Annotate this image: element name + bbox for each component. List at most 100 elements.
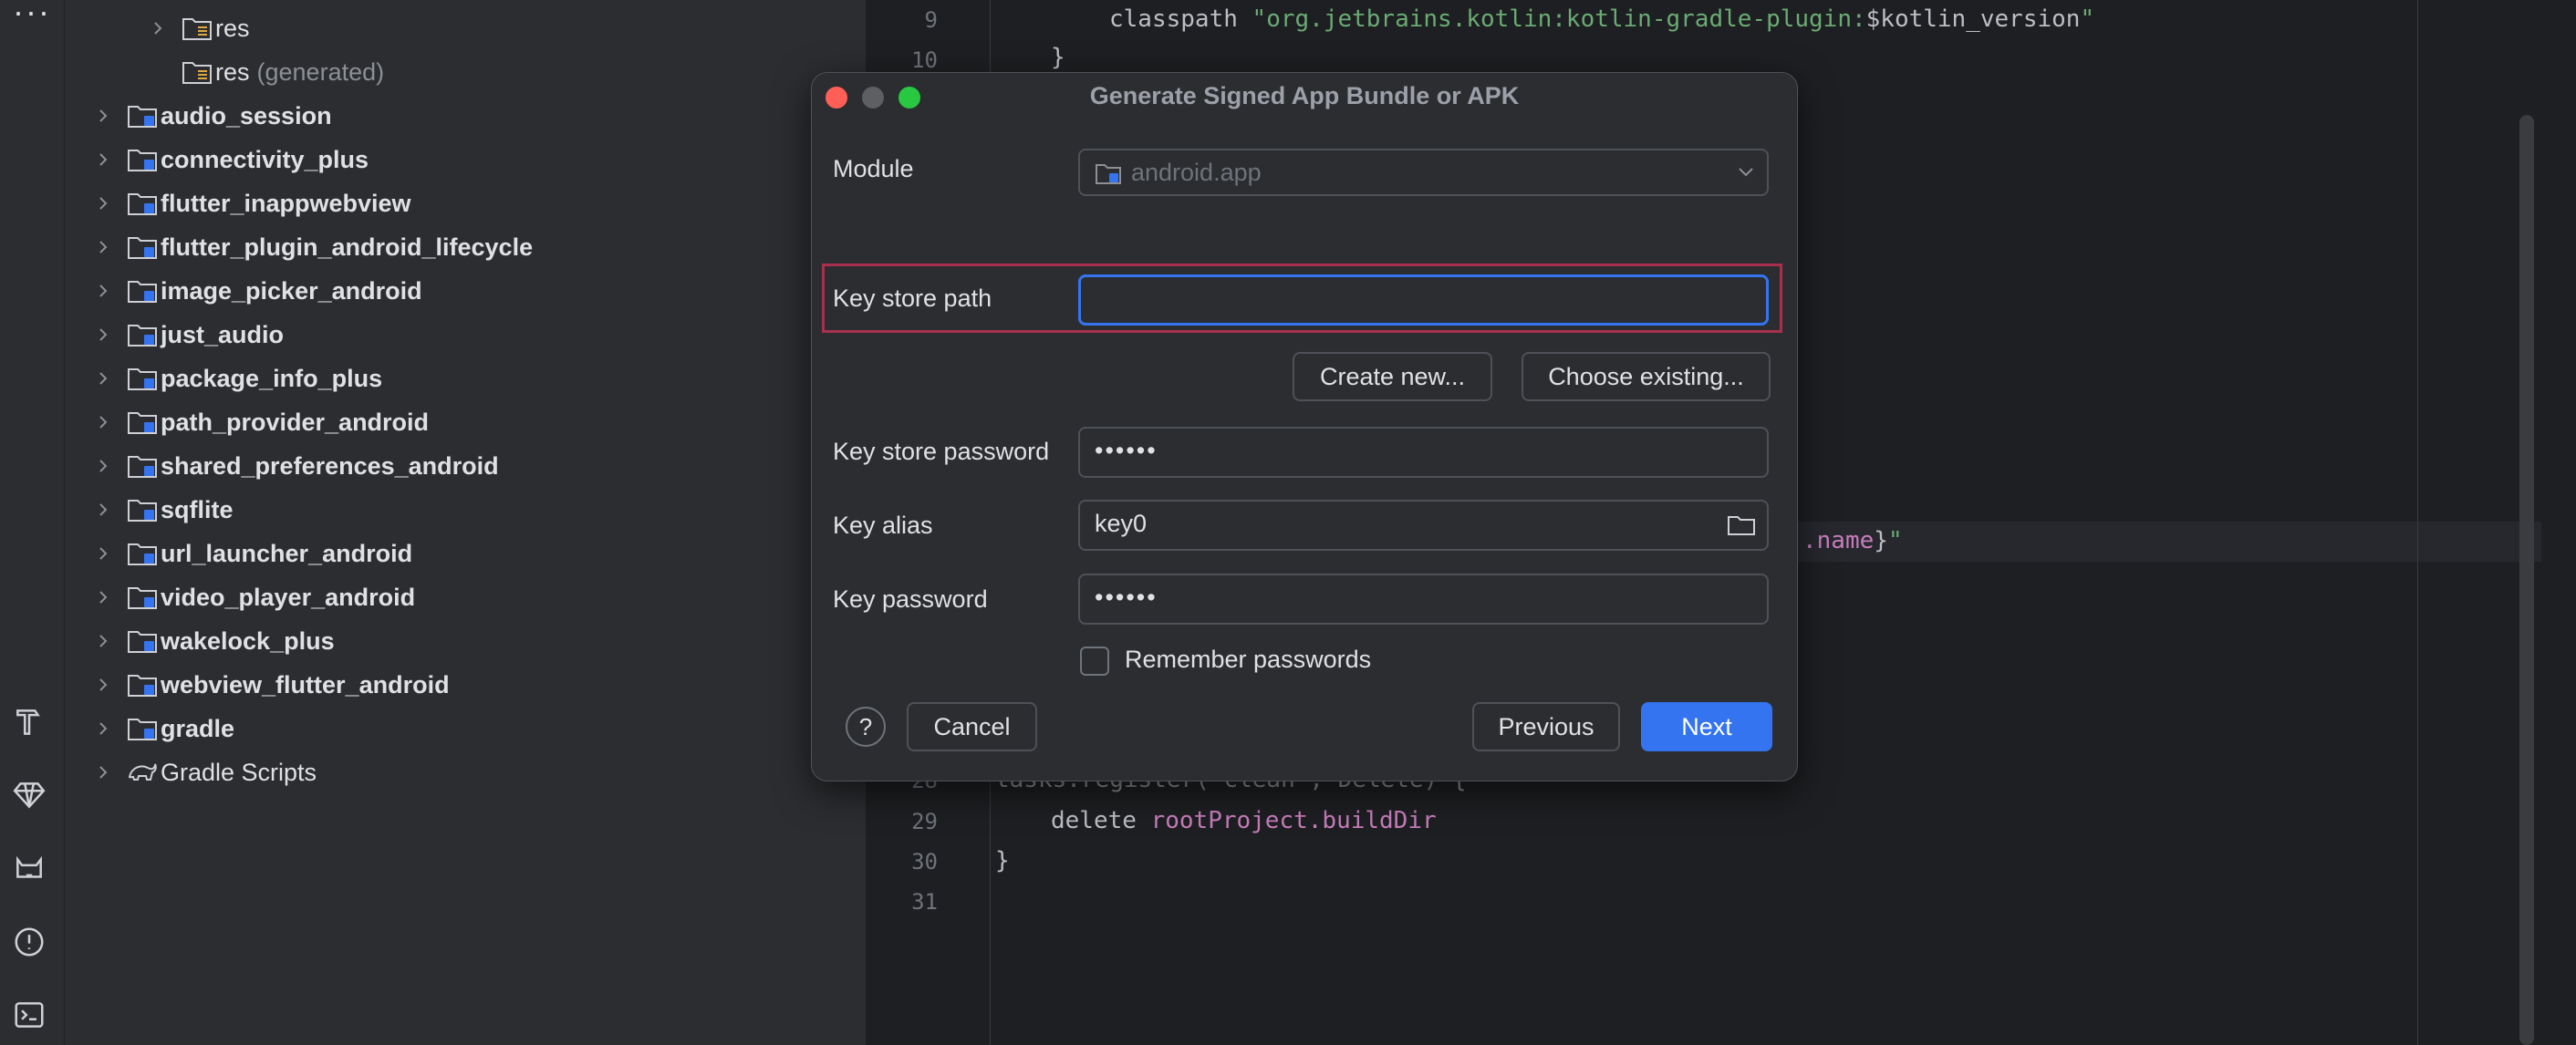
chevron-right-icon[interactable] xyxy=(94,194,112,212)
keystore-path-input[interactable] xyxy=(1078,274,1769,326)
chevron-right-icon[interactable] xyxy=(94,632,112,650)
line-number: 31 xyxy=(911,889,938,915)
tree-item[interactable]: Gradle Scripts xyxy=(65,750,866,794)
key-password-value: •••••• xyxy=(1095,584,1158,611)
keystore-path-label: Key store path xyxy=(833,285,992,312)
code-text: classpath xyxy=(1109,5,1252,33)
tree-item-name: package_info_plus xyxy=(161,365,383,392)
code-variable: $kotlin_version xyxy=(1865,5,2081,33)
tree-item[interactable]: video_player_android xyxy=(65,575,866,619)
tree-item[interactable]: gradle xyxy=(65,707,866,750)
tree-item-label: connectivity_plus xyxy=(161,146,369,174)
chevron-right-icon[interactable] xyxy=(149,19,167,37)
keystore-password-label: Key store password xyxy=(833,438,1050,465)
tree-item-name: video_player_android xyxy=(161,584,416,611)
line-number: 30 xyxy=(911,849,938,874)
gradle-elephant-icon xyxy=(128,763,157,781)
chevron-right-icon[interactable] xyxy=(94,544,112,563)
tree-item[interactable]: connectivity_plus xyxy=(65,138,866,181)
tree-item[interactable]: webview_flutter_android xyxy=(65,663,866,707)
code-string: "org.jetbrains.kotlin:kotlin-gradle-plug… xyxy=(1252,5,1866,33)
tree-item[interactable]: res xyxy=(65,6,866,50)
tree-item[interactable]: sqflite xyxy=(65,488,866,532)
tool-window-strip: ··· xyxy=(0,0,65,1045)
module-folder-icon xyxy=(128,412,157,434)
chevron-right-icon[interactable] xyxy=(94,501,112,519)
chevron-right-icon[interactable] xyxy=(94,413,112,431)
module-folder-icon xyxy=(128,631,157,653)
tree-item[interactable]: audio_session xyxy=(65,94,866,138)
tree-item[interactable]: just_audio xyxy=(65,313,866,357)
chevron-right-icon[interactable] xyxy=(94,719,112,738)
chevron-right-icon[interactable] xyxy=(94,282,112,300)
tree-item[interactable]: path_provider_android xyxy=(65,400,866,444)
tree-item-label: url_launcher_android xyxy=(161,540,412,568)
editor-scrollbar[interactable] xyxy=(2519,115,2534,1045)
tree-item-name: connectivity_plus xyxy=(161,146,369,173)
chevron-right-icon[interactable] xyxy=(94,238,112,256)
code-line: } xyxy=(995,847,1010,874)
tree-item-label: image_picker_android xyxy=(161,277,422,305)
chevron-right-icon[interactable] xyxy=(94,588,112,606)
chevron-right-icon[interactable] xyxy=(94,107,112,125)
line-number: 9 xyxy=(924,7,938,33)
tree-item-label: sqflite xyxy=(161,496,234,524)
tree-item-name: res xyxy=(215,15,250,42)
tree-item-name: flutter_plugin_android_lifecycle xyxy=(161,233,534,261)
tree-item-label: res (generated) xyxy=(215,58,384,87)
help-button[interactable]: ? xyxy=(846,707,886,747)
tree-item[interactable]: flutter_plugin_android_lifecycle xyxy=(65,225,866,269)
problems-icon[interactable] xyxy=(11,924,47,960)
module-folder-icon xyxy=(128,368,157,390)
project-tree: res res (generated) audio_session connectivi… xyxy=(65,0,866,1045)
module-folder-icon xyxy=(128,193,157,215)
code-string: " xyxy=(1887,527,1903,554)
browse-folder-icon[interactable] xyxy=(1727,513,1756,537)
gem-icon[interactable] xyxy=(11,777,47,813)
key-password-label: Key password xyxy=(833,585,988,613)
chevron-down-icon xyxy=(1739,168,1753,177)
code-brace: } xyxy=(1874,527,1888,554)
tree-item-label: wakelock_plus xyxy=(161,627,335,656)
create-new-button[interactable]: Create new... xyxy=(1293,352,1492,401)
tree-item[interactable]: res (generated) xyxy=(65,50,866,94)
tree-item[interactable]: url_launcher_android xyxy=(65,532,866,575)
keystore-password-input[interactable]: •••••• xyxy=(1078,427,1769,478)
remember-passwords-checkbox[interactable] xyxy=(1080,647,1109,676)
tree-item[interactable]: flutter_inappwebview xyxy=(65,181,866,225)
module-select[interactable]: android.app xyxy=(1078,149,1769,196)
chevron-right-icon[interactable] xyxy=(94,326,112,344)
tree-item[interactable]: wakelock_plus xyxy=(65,619,866,663)
module-folder-icon xyxy=(128,150,157,171)
module-label: Module xyxy=(833,155,914,182)
terminal-icon[interactable] xyxy=(11,997,47,1033)
cancel-button[interactable]: Cancel xyxy=(907,702,1037,751)
tree-item-label: audio_session xyxy=(161,102,332,130)
tree-item-name: audio_session xyxy=(161,102,332,129)
android-cat-icon[interactable] xyxy=(11,850,47,886)
chevron-right-icon[interactable] xyxy=(94,763,112,781)
choose-existing-button[interactable]: Choose existing... xyxy=(1522,352,1771,401)
chevron-right-icon[interactable] xyxy=(94,676,112,694)
code-property: rootProject.buildDir xyxy=(1150,807,1437,834)
chevron-right-icon[interactable] xyxy=(94,150,112,169)
key-alias-value: key0 xyxy=(1095,510,1148,537)
tree-item-label: flutter_inappwebview xyxy=(161,190,411,218)
build-hammer-icon[interactable] xyxy=(11,704,47,740)
tree-item-name: res xyxy=(215,58,250,86)
next-button[interactable]: Next xyxy=(1641,702,1772,751)
tree-item[interactable]: package_info_plus xyxy=(65,357,866,400)
tree-item-name: shared_preferences_android xyxy=(161,452,499,480)
previous-button[interactable]: Previous xyxy=(1472,702,1620,751)
chevron-right-icon[interactable] xyxy=(94,369,112,388)
remember-passwords-label[interactable]: Remember passwords xyxy=(1125,646,1371,674)
chevron-right-icon[interactable] xyxy=(94,457,112,475)
tree-item-label: shared_preferences_android xyxy=(161,452,499,481)
more-icon[interactable]: ··· xyxy=(13,0,51,31)
key-password-input[interactable]: •••••• xyxy=(1078,574,1769,625)
tree-item[interactable]: shared_preferences_android xyxy=(65,444,866,488)
code-property: .name xyxy=(1802,527,1875,554)
tree-item-label: path_provider_android xyxy=(161,409,429,437)
tree-item[interactable]: image_picker_android xyxy=(65,269,866,313)
key-alias-input[interactable]: key0 xyxy=(1078,500,1769,551)
